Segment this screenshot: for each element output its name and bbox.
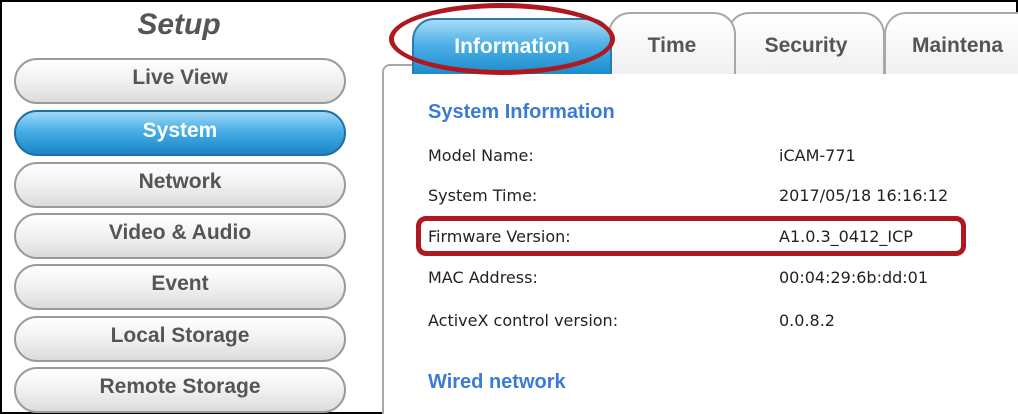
mac-address-value: 00:04:29:6b:dd:01 — [779, 268, 929, 287]
setup-title: Setup — [137, 8, 221, 41]
activex-version-label: ActiveX control version: — [428, 311, 619, 330]
nav-live-view[interactable]: Live View — [14, 58, 346, 104]
nav-network[interactable]: Network — [14, 162, 346, 208]
system-time-label: System Time: — [428, 186, 538, 205]
activex-version-value: 0.0.8.2 — [779, 311, 835, 330]
nav-event[interactable]: Event — [14, 264, 346, 310]
system-information-heading: System Information — [428, 101, 615, 123]
mac-address-label: MAC Address: — [428, 268, 538, 287]
tab-time[interactable]: Time — [608, 12, 736, 74]
model-name-value: iCAM-771 — [779, 146, 856, 165]
nav-video-audio[interactable]: Video & Audio — [14, 213, 346, 259]
nav-remote-storage[interactable]: Remote Storage — [14, 367, 346, 413]
tab-security[interactable]: Security — [727, 12, 885, 74]
nav-local-storage[interactable]: Local Storage — [14, 316, 346, 362]
tab-maintenance[interactable]: Maintena — [884, 12, 1018, 74]
nav-system[interactable]: System — [14, 110, 346, 156]
information-tab-highlight — [389, 3, 615, 75]
model-name-label: Model Name: — [428, 146, 534, 165]
wired-network-heading: Wired network — [428, 371, 566, 393]
system-time-value: 2017/05/18 16:16:12 — [779, 186, 949, 205]
firmware-version-highlight — [416, 216, 966, 256]
